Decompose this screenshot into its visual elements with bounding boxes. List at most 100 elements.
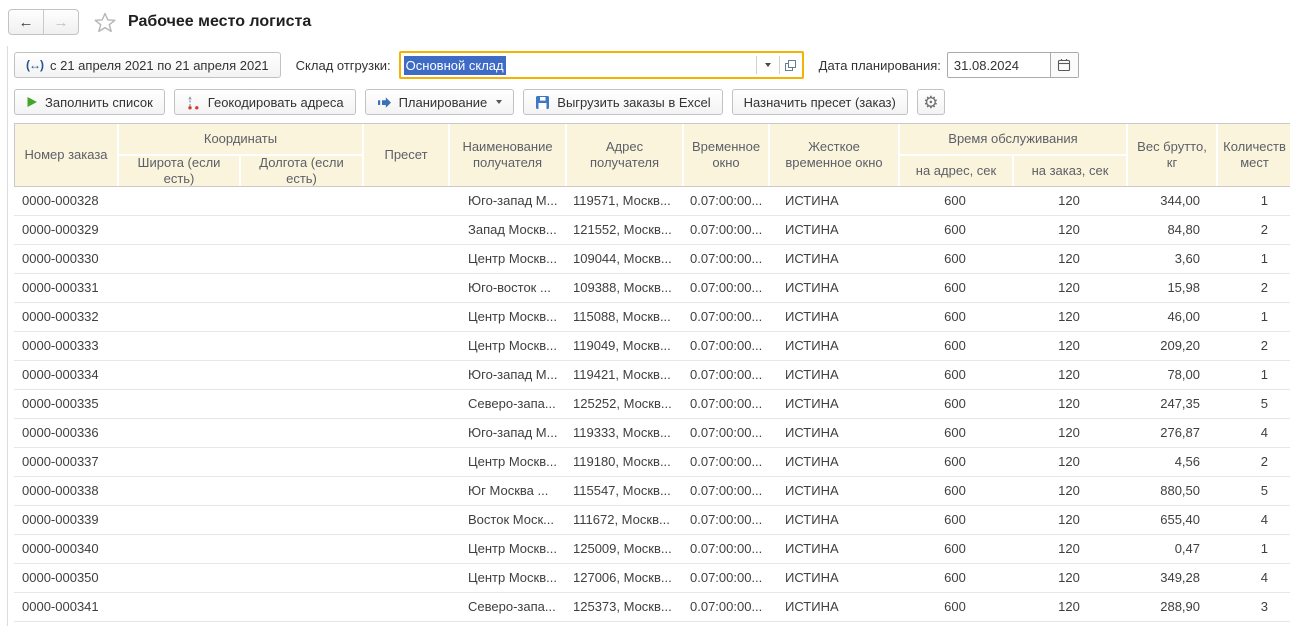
nav-history-buttons: ← → — [8, 9, 79, 35]
warehouse-open-button[interactable] — [780, 53, 802, 77]
column-group-service-time[interactable]: Время обслуживания — [900, 124, 1126, 154]
cell-preset — [363, 477, 447, 505]
cell-recipient-name: Центр Москв... — [449, 535, 564, 563]
warehouse-input[interactable]: Основной склад — [401, 53, 756, 77]
arrow-right-blue-icon — [377, 95, 392, 110]
table-row[interactable]: 0000-000340 Центр Москв... 125009, Москв… — [14, 535, 1290, 564]
assign-preset-button[interactable]: Назначить пресет (заказ) — [732, 89, 908, 115]
play-icon — [26, 96, 38, 108]
table-row[interactable]: 0000-000328 Юго-запад М... 119571, Москв… — [14, 187, 1290, 216]
fill-list-button[interactable]: Заполнить список — [14, 89, 165, 115]
column-header-gross-weight[interactable]: Вес брутто, кг — [1128, 124, 1216, 186]
column-header-order-number[interactable]: Номер заказа — [15, 124, 117, 186]
calendar-button[interactable] — [1050, 53, 1078, 77]
cell-recipient-name: Центр Москв... — [449, 448, 564, 476]
cell-longitude — [240, 274, 361, 302]
cell-time-window: 0.07:00:00... — [683, 564, 767, 592]
table-row[interactable]: 0000-000350 Центр Москв... 127006, Москв… — [14, 564, 1290, 593]
assign-preset-label: Назначить пресет (заказ) — [744, 95, 896, 110]
column-header-recipient-address[interactable]: Адрес получателя — [567, 124, 682, 186]
warehouse-label: Склад отгрузки: — [296, 58, 391, 73]
table-row[interactable]: 0000-000341 Северо-запа... 125373, Москв… — [14, 593, 1290, 622]
cell-places-count: 3 — [1217, 593, 1290, 621]
period-button[interactable]: (↔) с 21 апреля 2021 по 21 апреля 2021 — [14, 52, 281, 78]
period-icon: (↔) — [26, 58, 43, 72]
table-row[interactable]: 0000-000334 Юго-запад М... 119421, Москв… — [14, 361, 1290, 390]
planning-date-input[interactable]: 31.08.2024 — [948, 53, 1050, 77]
cell-hard-time-window: ИСТИНА — [769, 477, 897, 505]
period-button-label: с 21 апреля 2021 по 21 апреля 2021 — [50, 58, 269, 73]
cell-time-window: 0.07:00:00... — [683, 274, 767, 302]
cell-hard-time-window: ИСТИНА — [769, 216, 897, 244]
cell-hard-time-window: ИСТИНА — [769, 303, 897, 331]
table-row[interactable]: 0000-000332 Центр Москв... 115088, Москв… — [14, 303, 1290, 332]
planning-menu-button[interactable]: Планирование — [365, 89, 515, 115]
cell-latitude — [118, 419, 238, 447]
cell-preset — [363, 535, 447, 563]
column-header-hard-time-window[interactable]: Жесткое временное окно — [770, 124, 898, 186]
cell-recipient-name: Центр Москв... — [449, 303, 564, 331]
cell-recipient-name: Северо-запа... — [449, 593, 564, 621]
column-header-longitude[interactable]: Долгота (если есть) — [241, 156, 362, 186]
forward-button[interactable]: → — [43, 10, 78, 34]
cell-order-number: 0000-000333 — [14, 332, 116, 360]
cell-latitude — [118, 216, 238, 244]
cell-recipient-address: 115547, Москв... — [566, 477, 681, 505]
column-header-service-per-order[interactable]: на заказ, сек — [1014, 156, 1126, 186]
cell-preset — [363, 303, 447, 331]
planning-date-label: Дата планирования: — [819, 58, 941, 73]
cell-time-window: 0.07:00:00... — [683, 535, 767, 563]
table-row[interactable]: 0000-000333 Центр Москв... 119049, Москв… — [14, 332, 1290, 361]
table-row[interactable]: 0000-000338 Юг Москва ... 115547, Москв.… — [14, 477, 1290, 506]
cell-hard-time-window: ИСТИНА — [769, 564, 897, 592]
cell-preset — [363, 390, 447, 418]
cell-longitude — [240, 361, 361, 389]
column-header-recipient-name[interactable]: Наименование получателя — [450, 124, 565, 186]
table-row[interactable]: 0000-000339 Восток Моск... 111672, Москв… — [14, 506, 1290, 535]
table-row[interactable]: 0000-000330 Центр Москв... 109044, Москв… — [14, 245, 1290, 274]
column-header-places-count[interactable]: Количеств мест — [1218, 124, 1290, 186]
cell-gross-weight: 276,87 — [1127, 419, 1215, 447]
cell-recipient-address: 119180, Москв... — [566, 448, 681, 476]
cell-service-per-order: 120 — [1013, 303, 1125, 331]
column-header-service-per-address[interactable]: на адрес, сек — [900, 156, 1012, 186]
table-row[interactable]: 0000-000337 Центр Москв... 119180, Москв… — [14, 448, 1290, 477]
cell-order-number: 0000-000337 — [14, 448, 116, 476]
cell-recipient-address: 109388, Москв... — [566, 274, 681, 302]
cell-places-count: 2 — [1217, 448, 1290, 476]
column-group-coordinates[interactable]: Координаты — [119, 124, 362, 154]
table-header: Номер заказа Координаты Широта (если ест… — [14, 123, 1290, 187]
warehouse-dropdown-button[interactable] — [757, 53, 779, 77]
export-excel-button[interactable]: Выгрузить заказы в Excel — [523, 89, 722, 115]
table-row[interactable]: 0000-000329 Запад Москв... 121552, Москв… — [14, 216, 1290, 245]
cell-recipient-name: Восток Моск... — [449, 506, 564, 534]
table-row[interactable]: 0000-000331 Юго-восток ... 109388, Москв… — [14, 274, 1290, 303]
column-header-time-window[interactable]: Временное окно — [684, 124, 768, 186]
page-title: Рабочее место логиста — [128, 13, 311, 31]
column-header-preset[interactable]: Пресет — [364, 124, 448, 186]
cell-time-window: 0.07:00:00... — [683, 506, 767, 534]
cell-longitude — [240, 245, 361, 273]
favorite-star-button[interactable] — [94, 12, 116, 33]
cell-service-per-address: 600 — [899, 187, 1011, 215]
cell-latitude — [118, 187, 238, 215]
cell-latitude — [118, 477, 238, 505]
save-floppy-icon — [535, 95, 550, 110]
cell-recipient-name: Центр Москв... — [449, 332, 564, 360]
cell-gross-weight: 209,20 — [1127, 332, 1215, 360]
cell-service-per-address: 600 — [899, 477, 1011, 505]
column-header-latitude[interactable]: Широта (если есть) — [119, 156, 239, 186]
cell-recipient-address: 125009, Москв... — [566, 535, 681, 563]
cell-preset — [363, 448, 447, 476]
back-button[interactable]: ← — [9, 10, 43, 34]
geocode-label: Геокодировать адреса — [208, 95, 344, 110]
cell-time-window: 0.07:00:00... — [683, 303, 767, 331]
cell-service-per-order: 120 — [1013, 274, 1125, 302]
cell-service-per-address: 600 — [899, 303, 1011, 331]
table-row[interactable]: 0000-000335 Северо-запа... 125252, Москв… — [14, 390, 1290, 419]
settings-button[interactable]: ⚙ — [917, 89, 945, 115]
cell-hard-time-window: ИСТИНА — [769, 419, 897, 447]
table-row[interactable]: 0000-000336 Юго-запад М... 119333, Москв… — [14, 419, 1290, 448]
cell-recipient-address: 127006, Москв... — [566, 564, 681, 592]
geocode-button[interactable]: Геокодировать адреса — [174, 89, 356, 115]
